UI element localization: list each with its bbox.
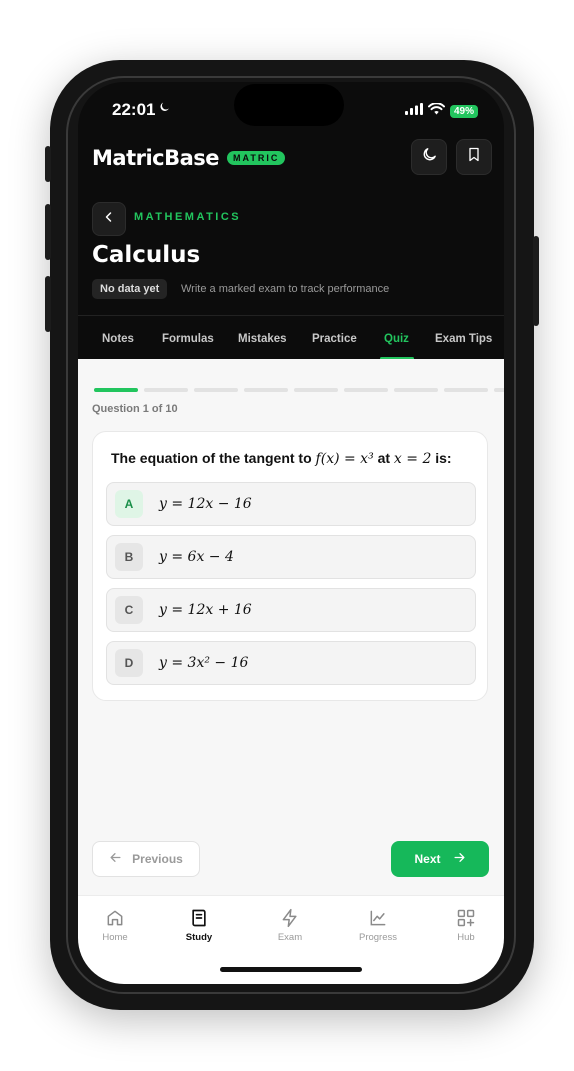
progress-segment <box>194 388 238 392</box>
brand-logo: MatricBase <box>92 146 220 170</box>
home-icon <box>85 908 145 928</box>
page-title: Calculus <box>92 242 201 268</box>
app-screen: 22:01 49% MatricBase MATRIC MATHEMATICS … <box>78 82 504 984</box>
phone-volume-down-button <box>45 276 51 332</box>
nav-label: Hub <box>457 932 475 943</box>
option-letter: B <box>115 543 143 571</box>
signal-icon <box>404 102 423 120</box>
dynamic-island <box>234 84 344 126</box>
question-point: x = 2 <box>393 451 432 467</box>
next-button[interactable]: Next <box>391 841 489 877</box>
option-text: y = 6x − 4 <box>159 549 234 565</box>
bookmark-icon <box>466 146 482 168</box>
tab-notes[interactable]: Notes <box>102 333 134 345</box>
tab-mistakes[interactable]: Mistakes <box>238 333 287 345</box>
wifi-icon <box>427 102 445 120</box>
nav-label: Exam <box>277 932 303 943</box>
arrow-left-icon <box>109 851 122 867</box>
quiz-progress <box>94 388 504 392</box>
option-text: y = 12x + 16 <box>159 602 252 618</box>
brand: MatricBase MATRIC <box>92 146 286 170</box>
status-indicators: 49% <box>404 102 478 120</box>
bookmark-button[interactable] <box>456 139 492 175</box>
previous-label: Previous <box>132 852 183 866</box>
phone-volume-up-button <box>45 204 51 260</box>
nav-study[interactable]: Study <box>169 908 229 943</box>
focus-moon-icon <box>158 100 171 119</box>
nav-home[interactable]: Home <box>85 908 145 943</box>
option-text: y = 12x − 16 <box>159 496 252 512</box>
brand-badge: MATRIC <box>227 151 286 165</box>
option-a[interactable]: A y = 12x − 16 <box>106 482 476 526</box>
status-time: 22:01 <box>112 100 156 119</box>
back-button[interactable] <box>92 202 126 236</box>
lightning-icon <box>260 908 320 928</box>
subject-label: MATHEMATICS <box>134 211 242 223</box>
nav-label: Home <box>102 932 128 943</box>
progress-segment <box>444 388 488 392</box>
option-letter: D <box>115 649 143 677</box>
question-function: f(x) = x³ <box>315 451 374 467</box>
previous-button[interactable]: Previous <box>92 841 200 877</box>
tab-formulas[interactable]: Formulas <box>162 333 214 345</box>
nav-exam[interactable]: Exam <box>260 908 320 943</box>
topic-tabs: Notes Formulas Mistakes Practice Quiz Ex… <box>78 315 504 360</box>
tab-practice[interactable]: Practice <box>312 333 357 345</box>
nav-progress[interactable]: Progress <box>348 908 408 943</box>
progress-segment <box>294 388 338 392</box>
option-d[interactable]: D y = 3x² − 16 <box>106 641 476 685</box>
option-b[interactable]: B y = 6x − 4 <box>106 535 476 579</box>
bottom-navigation: Home Study Exam Progress Hub <box>78 895 504 984</box>
phone-action-button <box>45 146 51 182</box>
progress-segment <box>94 388 138 392</box>
phone-power-button <box>533 236 539 326</box>
chevron-left-icon <box>103 210 115 228</box>
battery-indicator: 49% <box>449 104 478 118</box>
status-hint: Write a marked exam to track performance <box>181 283 390 295</box>
option-letter: A <box>115 490 143 518</box>
grid-plus-icon <box>436 908 496 928</box>
question-card: The equation of the tangent to f(x) = x³… <box>92 431 488 701</box>
arrow-right-icon <box>453 851 466 867</box>
progress-segment <box>244 388 288 392</box>
nav-label: Study <box>185 932 213 943</box>
option-text: y = 3x² − 16 <box>159 655 249 671</box>
home-indicator <box>220 967 362 972</box>
option-letter: C <box>115 596 143 624</box>
quiz-panel: Question 1 of 10 The equation of the tan… <box>78 359 504 895</box>
theme-toggle-button[interactable] <box>411 139 447 175</box>
tab-quiz[interactable]: Quiz <box>384 333 409 345</box>
question-text: The equation of the tangent to f(x) = x³… <box>111 450 452 467</box>
tab-exam-tips[interactable]: Exam Tips <box>435 333 492 345</box>
progress-segment <box>344 388 388 392</box>
chart-icon <box>348 908 408 928</box>
status-badge: No data yet <box>92 279 168 299</box>
question-counter: Question 1 of 10 <box>92 403 178 415</box>
progress-segment <box>144 388 188 392</box>
next-label: Next <box>414 852 441 866</box>
progress-segment <box>394 388 438 392</box>
option-c[interactable]: C y = 12x + 16 <box>106 588 476 632</box>
progress-segment <box>494 388 504 392</box>
nav-label: Progress <box>358 932 397 943</box>
nav-hub[interactable]: Hub <box>436 908 496 943</box>
moon-icon <box>421 146 438 168</box>
book-icon <box>169 908 229 928</box>
